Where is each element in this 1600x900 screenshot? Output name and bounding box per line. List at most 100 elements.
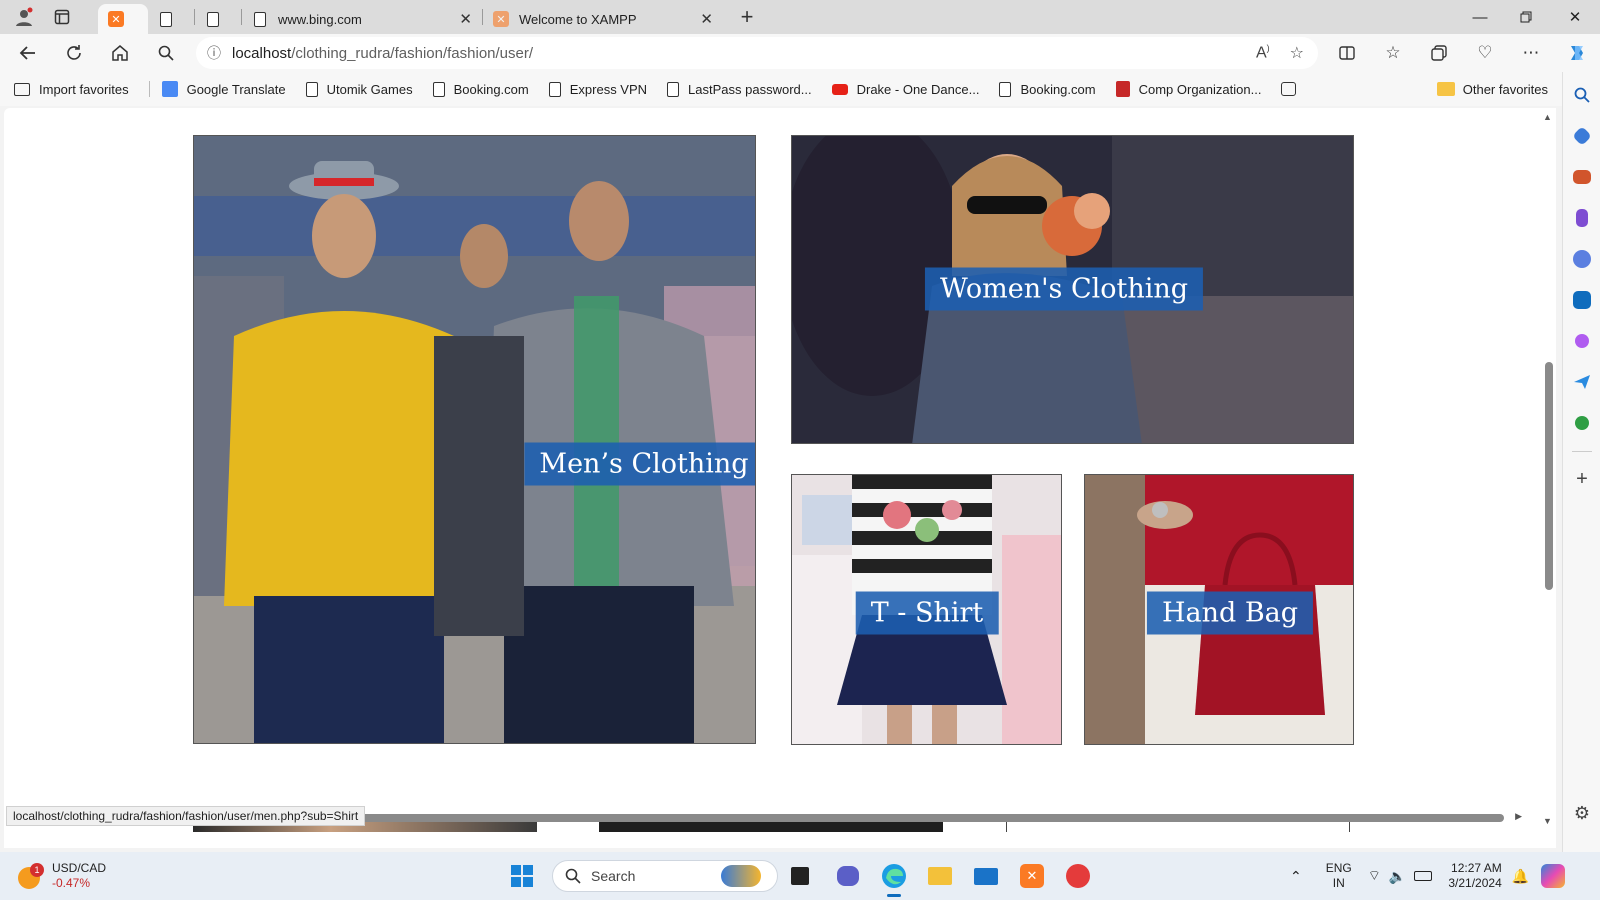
send-icon[interactable] xyxy=(1563,361,1600,402)
browser-essentials-icon[interactable]: ♡ xyxy=(1462,37,1508,69)
profile-icon[interactable] xyxy=(8,3,40,31)
close-tab-icon[interactable]: ✕ xyxy=(459,10,472,28)
category-label-men[interactable]: Men’s Clothing xyxy=(524,442,755,486)
wifi-icon[interactable]: ⌔ xyxy=(1368,867,1381,885)
widget-change: -0.47% xyxy=(52,876,91,890)
favorite-booking[interactable]: Booking.com xyxy=(432,81,529,97)
tab-xampp-welcome[interactable]: ✕ Welcome to XAMPP ✕ xyxy=(483,4,723,34)
category-card-handbag[interactable]: Hand Bag xyxy=(1084,474,1354,745)
back-arrow-icon[interactable] xyxy=(10,37,46,69)
translate-icon xyxy=(161,81,178,97)
favorite-comp-org[interactable]: Comp Organization... xyxy=(1115,81,1261,97)
split-screen-icon[interactable] xyxy=(1324,37,1370,69)
favorite-drake[interactable]: Drake - One Dance... xyxy=(831,82,979,97)
file-explorer-icon[interactable] xyxy=(925,861,955,891)
add-sidebar-app-icon[interactable]: + xyxy=(1563,459,1600,500)
favorites-icon[interactable]: ☆ xyxy=(1370,37,1416,69)
designer-icon[interactable] xyxy=(1563,320,1600,361)
workspaces-icon[interactable] xyxy=(46,3,78,31)
restore-icon[interactable] xyxy=(1503,0,1549,34)
new-tab-plus-icon[interactable]: + xyxy=(731,3,763,31)
page-viewport: Men’s Clothing Women's Clothing T - Shir… xyxy=(4,108,1556,848)
favorite-star-icon[interactable]: ☆ xyxy=(1290,43,1304,63)
clock[interactable]: 12:27 AM 3/21/2024 xyxy=(1448,861,1501,891)
edge-browser-icon[interactable] xyxy=(879,861,909,897)
weather-widget[interactable]: 1 USD/CAD -0.47% xyxy=(18,858,106,894)
category-card-men[interactable]: Men’s Clothing xyxy=(193,135,756,744)
copilot-taskbar-icon[interactable] xyxy=(1541,864,1566,888)
xampp-icon: ✕ xyxy=(108,11,124,27)
more-options-icon[interactable]: ⋯ xyxy=(1508,37,1554,69)
task-view-icon[interactable] xyxy=(785,861,815,891)
windows-start-icon[interactable] xyxy=(507,861,537,891)
volume-muted-icon[interactable]: 🔈 xyxy=(1389,868,1406,885)
collections-icon[interactable] xyxy=(1416,37,1462,69)
tab-blank-2[interactable] xyxy=(195,4,241,34)
favorite-express-vpn[interactable]: Express VPN xyxy=(548,81,647,97)
vertical-scrollbar[interactable]: ▲ ▼ xyxy=(1540,108,1556,826)
favorites-divider xyxy=(148,81,150,97)
copilot-icon[interactable] xyxy=(1554,37,1600,69)
favorites-overflow-icon[interactable] xyxy=(1281,82,1305,96)
tab-xampp-active[interactable]: ✕ xyxy=(98,4,148,34)
scroll-down-icon[interactable]: ▼ xyxy=(1543,816,1552,826)
favorite-label: Google Translate xyxy=(186,81,286,97)
tab-blank-1[interactable] xyxy=(148,4,194,34)
notification-bell-icon[interactable]: 🔔 xyxy=(1512,868,1529,885)
favorite-lastpass[interactable]: LastPass password... xyxy=(667,81,812,97)
tab-bing[interactable]: www.bing.com ✕ xyxy=(242,4,482,34)
bing-page-icon xyxy=(252,11,268,27)
folder-icon xyxy=(1436,82,1455,96)
favorite-google-translate[interactable]: Google Translate xyxy=(161,81,286,97)
games-chess-icon[interactable] xyxy=(1563,197,1600,238)
tree-icon[interactable] xyxy=(1563,402,1600,443)
search-icon[interactable] xyxy=(148,37,184,69)
sidebar-search-icon[interactable] xyxy=(1563,74,1600,115)
scroll-up-icon[interactable]: ▲ xyxy=(1543,112,1552,122)
microsoft-365-icon[interactable] xyxy=(1563,238,1600,279)
address-toolbar: ⓘ localhost/clothing_rudra/fashion/fashi… xyxy=(0,34,1600,72)
pdf-icon xyxy=(1115,81,1130,97)
favorite-label: Import favorites xyxy=(39,81,129,97)
widget-pair: USD/CAD xyxy=(52,861,107,875)
sidebar-settings-icon[interactable]: ⚙ xyxy=(1563,793,1600,834)
address-url[interactable]: localhost/clothing_rudra/fashion/fashion… xyxy=(232,45,533,62)
outlook-icon[interactable] xyxy=(1563,279,1600,320)
teams-chat-icon[interactable] xyxy=(833,861,863,891)
close-window-icon[interactable]: ✕ xyxy=(1552,0,1598,34)
tab-title: www.bing.com xyxy=(278,11,362,27)
page-icon xyxy=(548,81,561,97)
scroll-right-icon[interactable]: ▶ xyxy=(1515,811,1522,822)
category-label-women[interactable]: Women's Clothing xyxy=(924,267,1204,311)
close-tab-icon[interactable]: ✕ xyxy=(700,10,713,28)
page-icon xyxy=(305,81,318,97)
favorite-booking-2[interactable]: Booking.com xyxy=(999,81,1096,97)
language-indicator[interactable]: ENG IN xyxy=(1326,861,1352,891)
tab-title: Welcome to XAMPP xyxy=(519,11,637,27)
favorite-import[interactable]: Import favorites xyxy=(14,82,129,97)
favorite-label: LastPass password... xyxy=(688,81,812,97)
home-icon[interactable] xyxy=(102,37,138,69)
category-label-handbag[interactable]: Hand Bag xyxy=(1146,591,1314,635)
category-card-women[interactable]: Women's Clothing xyxy=(791,135,1354,444)
battery-icon[interactable] xyxy=(1414,871,1433,881)
mail-icon[interactable] xyxy=(971,861,1001,891)
other-favorites[interactable]: Other favorites xyxy=(1436,72,1548,106)
taskbar-search[interactable]: Search xyxy=(552,860,778,892)
wps-office-icon[interactable] xyxy=(1063,861,1093,891)
refresh-icon[interactable] xyxy=(56,37,92,69)
category-label-tshirt[interactable]: T - Shirt xyxy=(855,591,999,635)
tools-briefcase-icon[interactable] xyxy=(1563,156,1600,197)
page-icon xyxy=(999,81,1012,97)
site-info-icon[interactable]: ⓘ xyxy=(196,43,232,63)
xampp-taskbar-icon[interactable]: ✕ xyxy=(1017,861,1047,891)
shopping-tag-icon[interactable] xyxy=(1563,115,1600,156)
read-aloud-icon[interactable]: A) xyxy=(1256,43,1270,62)
tray-overflow-icon[interactable]: ⌃ xyxy=(1290,868,1302,885)
vertical-scroll-thumb[interactable] xyxy=(1545,362,1553,590)
category-card-tshirt[interactable]: T - Shirt xyxy=(791,474,1062,745)
other-favorites-label: Other favorites xyxy=(1462,81,1548,97)
minimize-icon[interactable]: — xyxy=(1457,0,1503,34)
address-bar[interactable]: ⓘ localhost/clothing_rudra/fashion/fashi… xyxy=(196,37,1318,69)
favorite-utomik[interactable]: Utomik Games xyxy=(305,81,413,97)
